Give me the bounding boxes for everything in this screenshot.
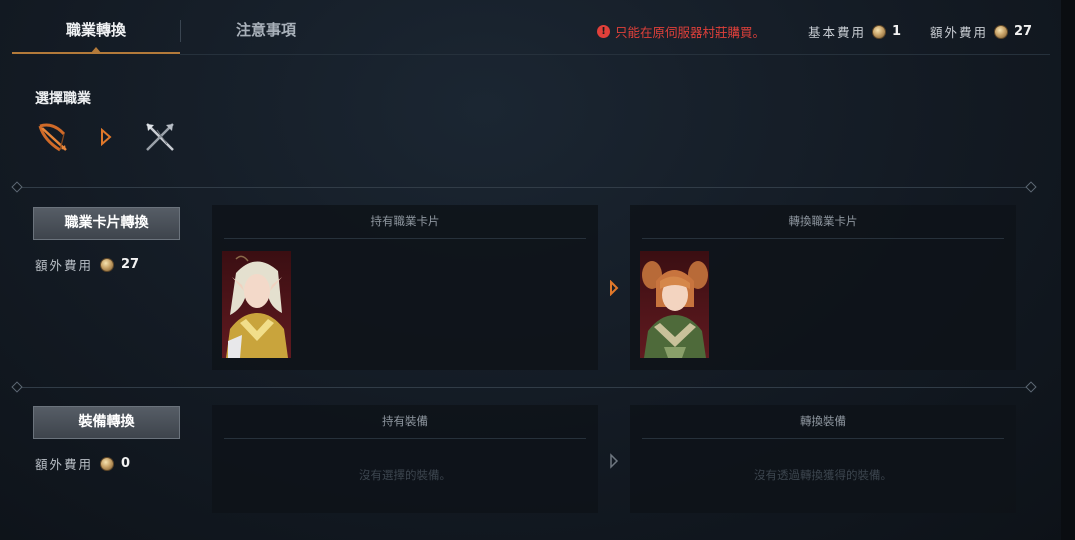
warning-text: 只能在原伺服器村莊購買。 (615, 25, 766, 40)
coin-icon (994, 24, 1009, 39)
panel-rule (224, 238, 586, 239)
converted-class-card[interactable] (640, 251, 709, 358)
panel-rule (642, 238, 1004, 239)
server-warning: ! 只能在原伺服器村莊購買。 (597, 22, 765, 41)
tab-divider (180, 20, 181, 42)
owned-class-card[interactable] (222, 251, 291, 358)
panel-rule (224, 438, 586, 439)
owned-equipment-title: 持有裝備 (382, 414, 428, 428)
class-card-convert-button[interactable]: 職業卡片轉換 (33, 207, 180, 240)
arrow-right-icon (610, 453, 619, 469)
active-tab-indicator (90, 47, 102, 54)
owned-equipment-empty-text: 沒有選擇的裝備。 (359, 468, 451, 482)
extra-fee: 額外費用 27 (930, 22, 1032, 41)
equipment-fee-label: 額外費用 (35, 457, 94, 472)
coin-icon (100, 257, 115, 272)
tab-notes[interactable]: 注意事項 (192, 8, 340, 54)
arrow-right-icon (610, 280, 619, 296)
divider-diamond (11, 381, 23, 393)
extra-fee-label: 額外費用 (930, 25, 989, 40)
owned-equipment-panel: 持有裝備 沒有選擇的裝備。 (212, 405, 598, 513)
converted-class-card-title: 轉換職業卡片 (788, 214, 858, 228)
class-card-fee-label: 額外費用 (35, 258, 94, 273)
coin-icon (100, 456, 115, 471)
crossed-blades-icon[interactable] (143, 120, 177, 154)
header-divider (180, 54, 1050, 55)
converted-equipment-title: 轉換裝備 (800, 414, 846, 428)
coin-icon (872, 24, 887, 39)
converted-equipment-panel: 轉換裝備 沒有透過轉換獲得的裝備。 (630, 405, 1016, 513)
alert-icon: ! (597, 25, 610, 38)
crossbow-icon[interactable] (36, 120, 70, 154)
section-divider (11, 181, 1037, 193)
tab-class-change-label: 職業轉換 (65, 21, 126, 39)
class-card-fee: 額外費用 27 (35, 255, 139, 274)
window-edge (1061, 0, 1075, 540)
divider-diamond (11, 181, 23, 193)
equipment-fee-value: 0 (121, 456, 131, 471)
extra-fee-value: 27 (1014, 24, 1033, 39)
equipment-fee: 額外費用 0 (35, 454, 130, 473)
base-fee: 基本費用 1 (808, 22, 901, 41)
owned-class-card-title: 持有職業卡片 (370, 214, 440, 228)
section-divider (11, 381, 1037, 393)
panel-rule (642, 438, 1004, 439)
equipment-convert-button[interactable]: 裝備轉換 (33, 406, 180, 439)
converted-equipment-empty-text: 沒有透過轉換獲得的裝備。 (754, 468, 892, 482)
arrow-right-icon (101, 128, 112, 146)
owned-class-card-panel: 持有職業卡片 (212, 205, 598, 370)
divider-diamond (1025, 181, 1037, 193)
divider-diamond (1025, 381, 1037, 393)
converted-class-card-panel: 轉換職業卡片 (630, 205, 1016, 370)
tab-notes-label: 注意事項 (235, 21, 296, 39)
class-card-fee-value: 27 (121, 257, 140, 272)
select-class-title: 選擇職業 (35, 91, 91, 107)
tab-class-change[interactable]: 職業轉換 (12, 8, 180, 54)
base-fee-label: 基本費用 (808, 25, 867, 40)
base-fee-value: 1 (892, 24, 902, 39)
